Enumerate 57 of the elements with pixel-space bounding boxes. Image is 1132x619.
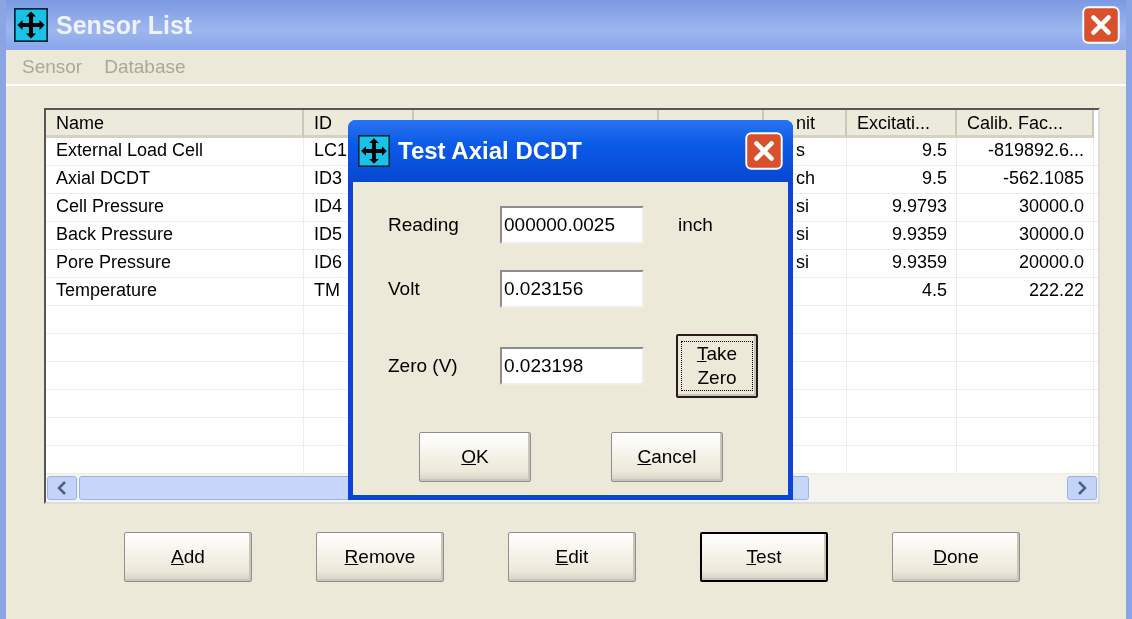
- table-cell-text: -562.1085: [1001, 167, 1085, 190]
- table-cell-text: Axial DCDT: [55, 167, 151, 190]
- window-title: Sensor List: [56, 10, 194, 40]
- action-button[interactable]: Remove: [316, 532, 444, 582]
- chevron-left-icon: [57, 481, 67, 495]
- table-cell-text: 9.9359: [890, 251, 948, 274]
- table-cell-text: TM: [313, 279, 341, 302]
- column-header[interactable]: Excitati...: [847, 110, 957, 138]
- table-cell-text: 30000.0: [1017, 195, 1085, 218]
- field-label: Volt: [388, 278, 421, 300]
- table-cell-text: Back Pressure: [55, 223, 175, 246]
- app-icon: [14, 8, 48, 42]
- table-cell-text: si: [795, 223, 810, 246]
- field-label: Reading: [388, 214, 460, 236]
- action-button[interactable]: Edit: [508, 532, 636, 582]
- table-cell-text: ch: [795, 167, 816, 190]
- table-cell-text: 30000.0: [1017, 223, 1085, 246]
- table-cell-text: 4.5: [920, 279, 948, 302]
- input-field[interactable]: 0.023156: [500, 270, 644, 308]
- table-cell-text: s: [795, 139, 806, 162]
- table-cell-text: Cell Pressure: [55, 195, 166, 218]
- input-field[interactable]: 000000.0025: [500, 206, 644, 244]
- table-cell-text: -819892.6...: [986, 139, 1085, 162]
- field-label: Zero (V): [388, 355, 459, 377]
- app-icon: [358, 135, 390, 167]
- table-cell-text: ID3: [313, 167, 343, 190]
- input-field[interactable]: 0.023198: [500, 347, 644, 385]
- table-cell-text: si: [795, 195, 810, 218]
- table-cell-text: ID5: [313, 223, 343, 246]
- scroll-left-button[interactable]: [47, 476, 77, 500]
- table-cell-text: ID4: [313, 195, 343, 218]
- dialog-button[interactable]: OK: [419, 432, 531, 482]
- table-cell-text: 9.5: [920, 139, 948, 162]
- unit-label: inch: [677, 214, 714, 236]
- table-cell-text: 9.5: [920, 167, 948, 190]
- table-cell-text: LC1: [313, 139, 349, 162]
- table-cell-text: si: [795, 251, 810, 274]
- chevron-right-icon: [1077, 481, 1087, 495]
- action-button[interactable]: Test: [700, 532, 828, 582]
- close-button[interactable]: [745, 132, 783, 170]
- table-cell-text: Pore Pressure: [55, 251, 173, 274]
- dialog-title: Test Axial DCDT: [398, 137, 584, 165]
- table-cell-text: 9.9793: [890, 195, 948, 218]
- column-header[interactable]: Name: [46, 110, 304, 138]
- take-zero-button[interactable]: Take Zero: [676, 334, 758, 398]
- table-cell-text: 20000.0: [1017, 251, 1085, 274]
- scroll-right-button[interactable]: [1067, 476, 1097, 500]
- table-cell-text: Temperature: [55, 279, 159, 302]
- action-button[interactable]: Add: [124, 532, 252, 582]
- action-button[interactable]: Done: [892, 532, 1020, 582]
- dialog-button[interactable]: Cancel: [611, 432, 723, 482]
- close-button[interactable]: [1082, 6, 1120, 44]
- table-cell-text: 222.22: [1027, 279, 1085, 302]
- table-cell-text: ID6: [313, 251, 343, 274]
- table-cell-text: External Load Cell: [55, 139, 205, 162]
- column-header[interactable]: Calib. Fac...: [957, 110, 1094, 138]
- table-cell-text: 9.9359: [890, 223, 948, 246]
